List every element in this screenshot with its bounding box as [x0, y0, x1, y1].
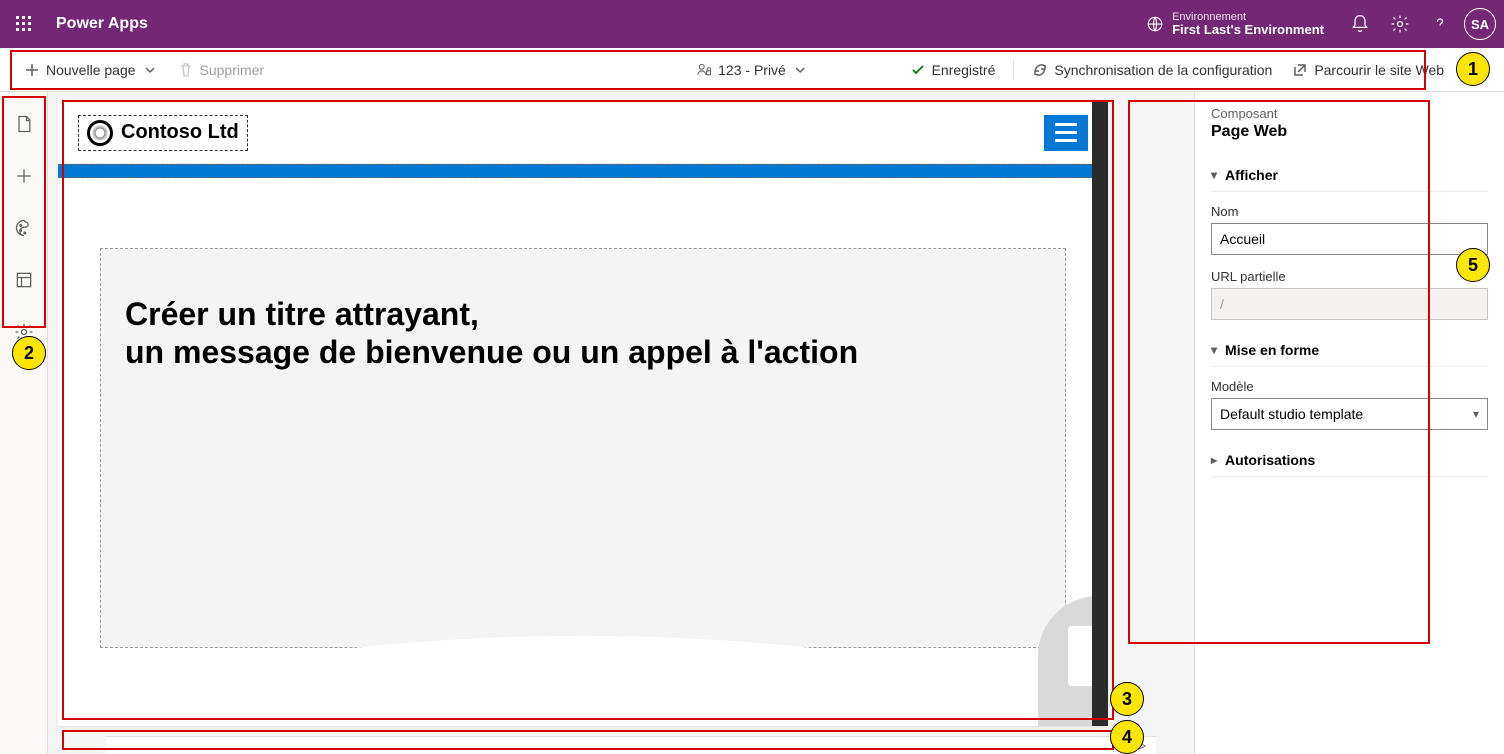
- properties-panel: Composant Page Web ▾ Afficher Nom URL pa…: [1194, 92, 1504, 754]
- env-label: Environnement: [1172, 11, 1324, 23]
- feedback-icon[interactable]: [1456, 56, 1488, 84]
- section-format-label: Mise en forme: [1225, 342, 1319, 358]
- chevron-down-icon: ▾: [1473, 407, 1479, 421]
- field-name-label: Nom: [1211, 204, 1488, 219]
- settings-gear-icon[interactable]: [4, 312, 44, 352]
- notifications-icon[interactable]: [1340, 4, 1380, 44]
- settings-icon[interactable]: [1380, 4, 1420, 44]
- field-template-label: Modèle: [1211, 379, 1488, 394]
- canvas-wrap: Contoso Ltd Créer un titre attrayant, un…: [48, 92, 1194, 754]
- logo-mark-icon: [87, 120, 113, 146]
- code-footer-bar[interactable]: </>: [106, 736, 1156, 754]
- main-area: Contoso Ltd Créer un titre attrayant, un…: [0, 92, 1504, 754]
- theme-icon[interactable]: [4, 208, 44, 248]
- command-bar: Nouvelle page Supprimer 123 - Privé Enre…: [0, 48, 1504, 92]
- plus-icon: [24, 62, 40, 78]
- section-permissions[interactable]: ▸ Autorisations: [1211, 444, 1488, 477]
- section-format[interactable]: ▾ Mise en forme: [1211, 334, 1488, 367]
- browse-label: Parcourir le site Web: [1314, 62, 1444, 78]
- field-template-select[interactable]: Default studio template ▾: [1211, 398, 1488, 430]
- separator: [1013, 60, 1014, 80]
- field-url-input: [1211, 288, 1488, 320]
- new-page-label: Nouvelle page: [46, 62, 136, 78]
- code-toggle-icon[interactable]: </>: [1129, 739, 1146, 753]
- saved-label: Enregistré: [932, 62, 996, 78]
- logo-text: Contoso Ltd: [121, 121, 239, 144]
- section-display-label: Afficher: [1225, 167, 1278, 183]
- visibility-label: 123 - Privé: [718, 62, 786, 78]
- env-value: First Last's Environment: [1172, 23, 1324, 37]
- hero-title[interactable]: Créer un titre attrayant, un message de …: [125, 295, 885, 372]
- checkmark-icon: [910, 62, 926, 78]
- chevron-right-icon: ▸: [1211, 453, 1217, 467]
- app-name: Power Apps: [56, 15, 148, 33]
- sync-button[interactable]: Synchronisation de la configuration: [1024, 56, 1280, 84]
- new-page-button[interactable]: Nouvelle page: [16, 56, 166, 84]
- site-menu-button[interactable]: [1044, 115, 1088, 151]
- section-display[interactable]: ▾ Afficher: [1211, 159, 1488, 192]
- sync-icon: [1032, 62, 1048, 78]
- chevron-down-icon: ▾: [1211, 168, 1217, 182]
- environment-picker[interactable]: Environnement First Last's Environment: [1146, 11, 1324, 37]
- templates-icon[interactable]: [4, 260, 44, 300]
- component-label: Composant: [1211, 106, 1488, 121]
- app-bar: Power Apps Environnement First Last's En…: [0, 0, 1504, 48]
- chevron-down-icon: [142, 62, 158, 78]
- toolbelt: [0, 92, 48, 754]
- globe-icon: [1146, 15, 1164, 33]
- site-header: Contoso Ltd: [58, 102, 1108, 164]
- hero-section[interactable]: Créer un titre attrayant, un message de …: [100, 248, 1066, 648]
- user-avatar[interactable]: SA: [1464, 8, 1496, 40]
- pages-icon[interactable]: [4, 104, 44, 144]
- help-icon[interactable]: [1420, 4, 1460, 44]
- add-component-icon[interactable]: [4, 156, 44, 196]
- saved-status: Enregistré: [902, 56, 1004, 84]
- visibility-picker[interactable]: 123 - Privé: [696, 62, 808, 78]
- people-lock-icon: [696, 62, 712, 78]
- field-url-label: URL partielle: [1211, 269, 1488, 284]
- nav-strip[interactable]: [58, 164, 1108, 178]
- trash-icon: [178, 62, 194, 78]
- chevron-down-icon: ▾: [1211, 343, 1217, 357]
- delete-label: Supprimer: [200, 62, 265, 78]
- site-logo[interactable]: Contoso Ltd: [78, 115, 248, 151]
- component-value: Page Web: [1211, 123, 1488, 141]
- browse-site-button[interactable]: Parcourir le site Web: [1284, 56, 1452, 84]
- chevron-down-icon: [792, 62, 808, 78]
- sync-label: Synchronisation de la configuration: [1054, 62, 1272, 78]
- field-name-input[interactable]: [1211, 223, 1488, 255]
- app-launcher-icon[interactable]: [8, 8, 40, 40]
- canvas[interactable]: Contoso Ltd Créer un titre attrayant, un…: [58, 102, 1108, 726]
- section-permissions-label: Autorisations: [1225, 452, 1315, 468]
- delete-button: Supprimer: [170, 56, 273, 84]
- field-template-value: Default studio template: [1220, 406, 1363, 422]
- open-link-icon: [1292, 62, 1308, 78]
- canvas-scrollbar[interactable]: [1092, 102, 1108, 726]
